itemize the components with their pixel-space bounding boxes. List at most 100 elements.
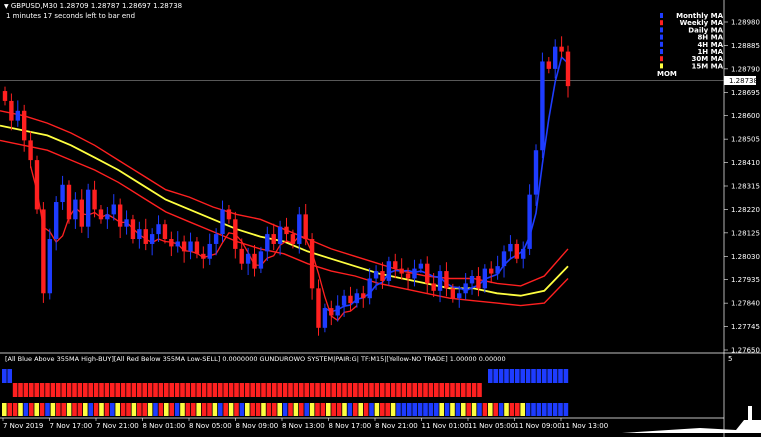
indicator-bar bbox=[315, 403, 320, 416]
indicator-bar bbox=[126, 403, 131, 416]
indicator-bar bbox=[142, 383, 147, 397]
indicator-bar bbox=[450, 403, 455, 416]
indicator-bar bbox=[417, 403, 423, 416]
candle-body bbox=[79, 199, 84, 227]
indicator-bar bbox=[536, 383, 542, 397]
indicator-bar bbox=[407, 383, 412, 397]
indicator-bar bbox=[520, 369, 525, 383]
indicator-bar bbox=[466, 403, 471, 416]
time-tick-label: 11 Nov 05:00 bbox=[468, 422, 515, 430]
indicator-bar bbox=[255, 383, 261, 397]
candle-body bbox=[559, 46, 564, 52]
candle-body bbox=[303, 214, 308, 240]
candle-body bbox=[156, 224, 161, 235]
candle-body bbox=[297, 214, 302, 244]
indicator-bar bbox=[380, 403, 385, 416]
indicator-bar bbox=[39, 403, 45, 416]
indicator-bar bbox=[137, 403, 142, 416]
ma-red-fast-line bbox=[29, 166, 358, 322]
indicator-bar bbox=[228, 383, 234, 397]
indicator-bar bbox=[471, 403, 477, 416]
indicator-bar bbox=[412, 403, 417, 416]
indicator-bar bbox=[29, 403, 34, 416]
indicator-bar bbox=[180, 403, 185, 416]
indicator-bar bbox=[196, 403, 201, 416]
indicator-bar bbox=[461, 383, 466, 397]
indicator-bar bbox=[444, 403, 450, 416]
indicator-bar bbox=[558, 403, 563, 416]
candle-body bbox=[15, 110, 20, 121]
indicator-bar bbox=[12, 403, 18, 416]
indicator-bar bbox=[185, 383, 191, 397]
indicator-bar bbox=[374, 383, 380, 397]
indicator-bar bbox=[164, 403, 169, 416]
indicator-bar bbox=[563, 369, 569, 383]
indicator-bar bbox=[482, 403, 488, 416]
indicator-bar bbox=[363, 403, 369, 416]
indicator-bar bbox=[552, 369, 558, 383]
indicator-bar bbox=[93, 383, 99, 397]
indicator-bar bbox=[390, 383, 396, 397]
indicator-bar bbox=[520, 383, 525, 397]
ma-panel-swatch bbox=[660, 56, 663, 62]
indicator-bar bbox=[228, 403, 234, 416]
indicator-bar bbox=[158, 383, 164, 397]
indicator-bar bbox=[34, 383, 39, 397]
candle-body bbox=[28, 140, 33, 161]
candle-body bbox=[476, 276, 481, 289]
time-tick-label: 8 Nov 13:00 bbox=[282, 422, 325, 430]
candle-body bbox=[98, 209, 104, 220]
time-tick-label: 11 Nov 01:00 bbox=[422, 422, 469, 430]
indicator-bar bbox=[504, 383, 509, 397]
indicator-bar bbox=[461, 403, 466, 416]
indicator-bar bbox=[520, 403, 525, 416]
indicator-bar bbox=[434, 383, 439, 397]
candle-body bbox=[495, 266, 500, 274]
ma-panel-swatch bbox=[660, 13, 663, 18]
indicator-bar bbox=[509, 383, 515, 397]
indicator-bar bbox=[434, 403, 439, 416]
time-tick-label: 8 Nov 09:00 bbox=[236, 422, 279, 430]
indicator-bar bbox=[488, 383, 493, 397]
indicator-bar bbox=[88, 383, 93, 397]
indicator-bar bbox=[515, 403, 520, 416]
indicator-bar bbox=[191, 383, 196, 397]
indicator-bar bbox=[56, 383, 61, 397]
indicator-bar bbox=[515, 383, 520, 397]
indicator-bar bbox=[347, 403, 353, 416]
indicator-bar bbox=[201, 403, 207, 416]
candle-body bbox=[137, 229, 142, 240]
indicator-bar bbox=[126, 383, 131, 397]
indicator-bar bbox=[255, 403, 261, 416]
indicator-bar bbox=[218, 403, 223, 416]
ma-panel-swatch bbox=[660, 27, 663, 33]
indicator-bar bbox=[61, 403, 66, 416]
indicator-bar bbox=[272, 403, 277, 416]
candle-body bbox=[34, 160, 40, 210]
candle-body bbox=[508, 243, 513, 252]
indicator-bar bbox=[407, 403, 412, 416]
candle-body bbox=[188, 241, 193, 252]
ma-panel-swatch bbox=[660, 34, 663, 40]
candle-body bbox=[386, 261, 392, 281]
indicator-bar bbox=[498, 383, 504, 397]
indicator-bar bbox=[234, 383, 239, 397]
indicator-bar bbox=[239, 403, 245, 416]
indicator-bar bbox=[504, 403, 509, 416]
indicator-bar bbox=[428, 403, 434, 416]
indicator-bar bbox=[369, 383, 374, 397]
indicator-bar bbox=[120, 403, 126, 416]
candle-body bbox=[124, 219, 129, 227]
indicator-bar bbox=[104, 403, 110, 416]
price-tick-label: 1.27840 bbox=[731, 300, 760, 308]
indicator-bar bbox=[2, 369, 7, 383]
candle-body bbox=[540, 61, 545, 151]
indicator-bar bbox=[488, 369, 493, 383]
indicator-bar bbox=[358, 383, 363, 397]
indicator-bar bbox=[401, 403, 407, 416]
candle-body bbox=[373, 271, 379, 279]
indicator-bar bbox=[131, 403, 137, 416]
indicator-bar bbox=[353, 403, 358, 416]
trading-chart[interactable]: 1.28980 1.28885 1.28790 1.28695 1.28600 1.285… bbox=[0, 0, 761, 437]
indicator-bar bbox=[547, 403, 552, 416]
